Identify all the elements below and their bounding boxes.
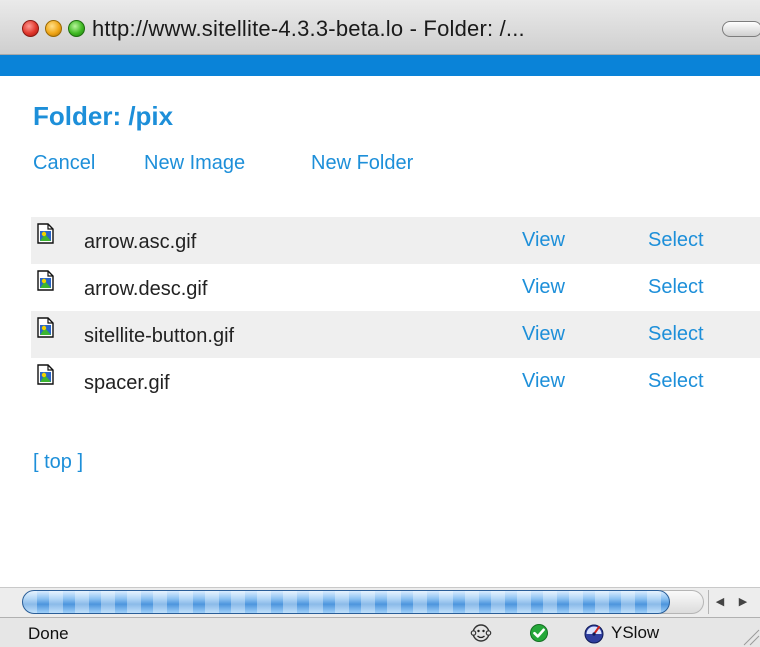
header-band (0, 55, 760, 76)
view-link[interactable]: View (522, 323, 565, 346)
page-title: Folder: /pix (33, 101, 174, 131)
file-name: arrow.asc.gif (84, 231, 197, 253)
file-name: spacer.gif (84, 372, 170, 394)
cancel-link[interactable]: Cancel (33, 152, 95, 175)
file-list: arrow.asc.gif View Select arrow.desc.gif… (31, 217, 760, 405)
image-file-icon (37, 223, 54, 244)
checkmark-circle-icon[interactable] (528, 622, 550, 644)
view-link[interactable]: View (522, 276, 565, 299)
image-file-icon (37, 364, 54, 385)
new-image-link[interactable]: New Image (144, 152, 245, 175)
select-link[interactable]: Select (648, 229, 704, 252)
image-file-icon (37, 317, 54, 338)
file-name: sitellite-button.gif (84, 325, 235, 347)
image-file-icon (37, 270, 54, 291)
yslow-label[interactable]: YSlow (611, 623, 659, 643)
status-bar: Done YSlow (0, 617, 760, 647)
window-title-bar: http://www.sitellite-4.3.3-beta.lo - Fol… (0, 0, 760, 55)
status-text: Done (28, 624, 69, 643)
close-window-button[interactable] (22, 20, 39, 37)
toolbar-toggle-button[interactable] (722, 21, 760, 37)
select-link[interactable]: Select (648, 323, 704, 346)
file-name: arrow.desc.gif (84, 278, 208, 300)
new-folder-link[interactable]: New Folder (311, 152, 413, 175)
scroll-left-arrow-icon[interactable]: ◀ (708, 590, 731, 614)
window-title: http://www.sitellite-4.3.3-beta.lo - Fol… (92, 16, 525, 41)
select-link[interactable]: Select (648, 370, 704, 393)
view-link[interactable]: View (522, 370, 565, 393)
scroll-right-arrow-icon[interactable]: ▶ (732, 590, 754, 614)
zoom-window-button[interactable] (68, 20, 85, 37)
horizontal-scrollbar[interactable]: ◀ ▶ (0, 587, 760, 617)
file-row: sitellite-button.gif View Select (31, 311, 760, 358)
file-row: arrow.desc.gif View Select (31, 264, 760, 311)
select-link[interactable]: Select (648, 276, 704, 299)
top-link[interactable]: [ top ] (33, 451, 83, 474)
minimize-window-button[interactable] (45, 20, 62, 37)
file-row: spacer.gif View Select (31, 358, 760, 405)
file-row: arrow.asc.gif View Select (31, 217, 760, 264)
resize-grip-icon[interactable] (738, 618, 760, 646)
view-link[interactable]: View (522, 229, 565, 252)
speedometer-icon[interactable] (583, 622, 605, 644)
scrollbar-thumb[interactable] (22, 590, 670, 614)
monkey-face-icon[interactable] (470, 622, 492, 644)
